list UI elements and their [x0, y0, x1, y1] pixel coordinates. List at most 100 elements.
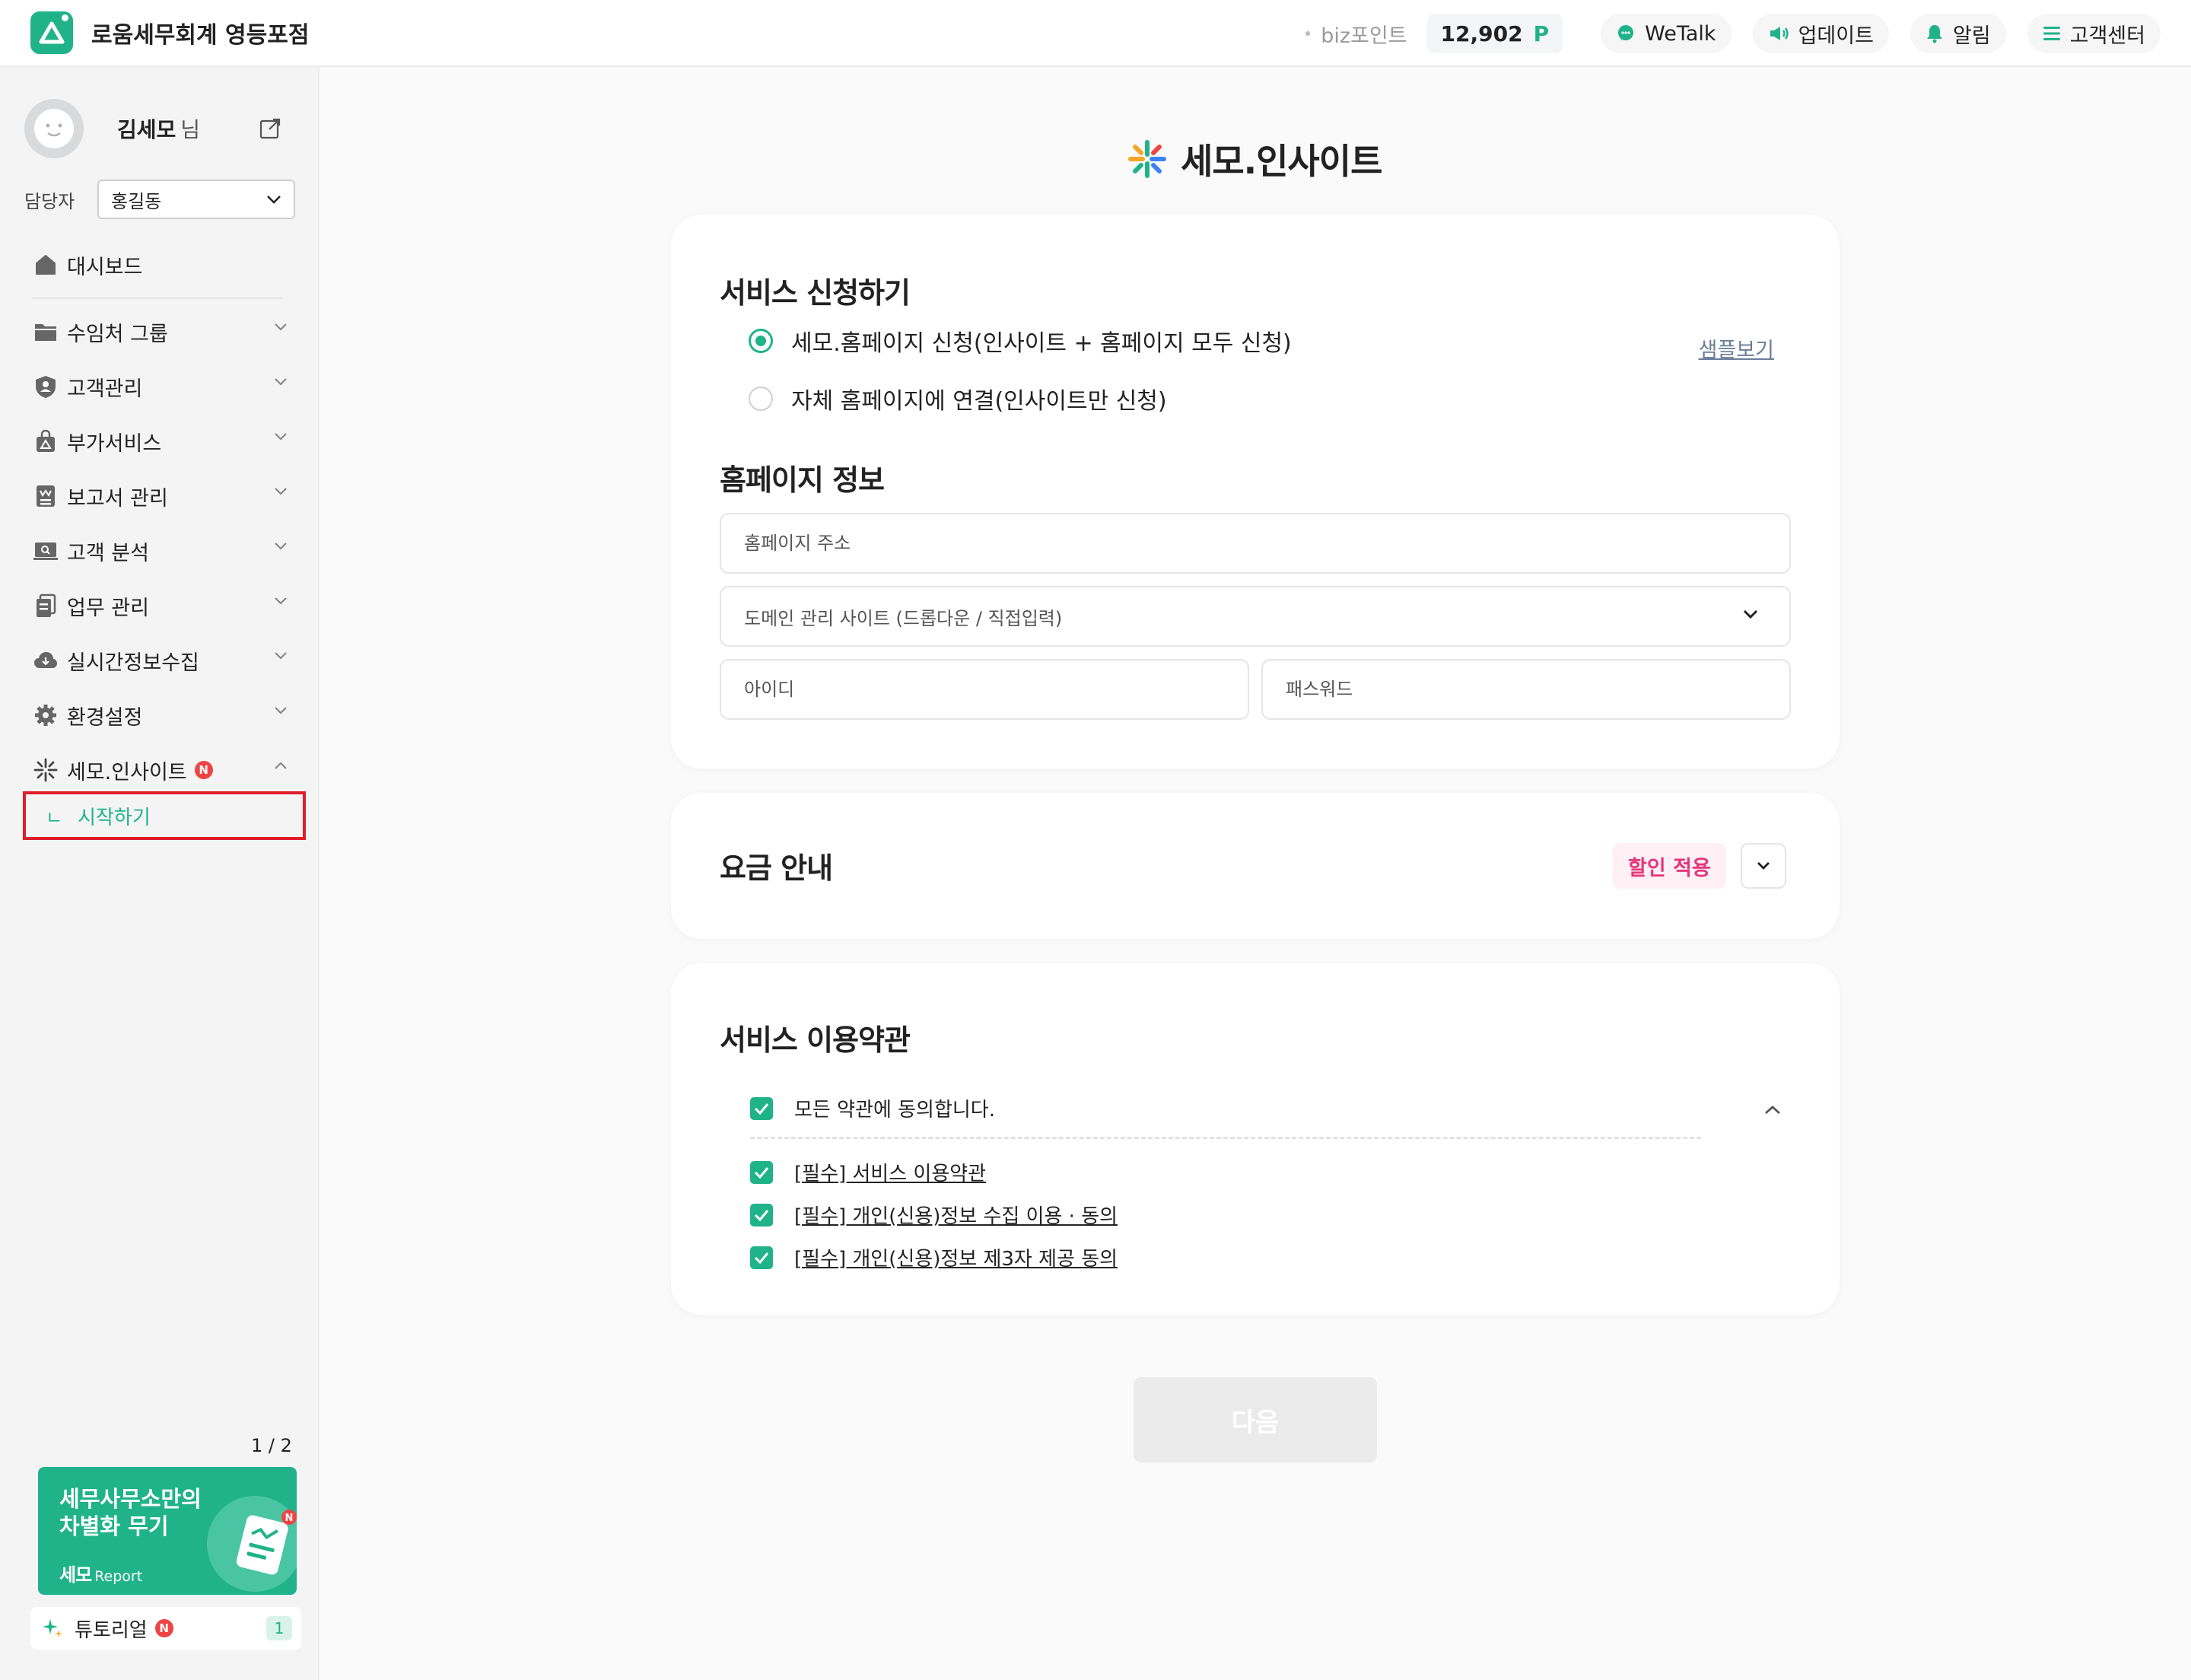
chevron-down-icon	[275, 542, 287, 550]
radio-selected-icon[interactable]	[749, 329, 773, 353]
tutorial-button[interactable]: 튜토리얼 N 1	[30, 1607, 301, 1650]
promo-brand-suffix: Report	[94, 1568, 143, 1585]
terms-item-label[interactable]: [필수] 서비스 이용약관	[794, 1158, 986, 1186]
homepage-address-input[interactable]	[744, 514, 1789, 572]
manager-label: 담당자	[24, 190, 75, 212]
sidebar-item-label: 실시간정보수집	[67, 651, 199, 675]
promo-line1: 세무사무소만의	[59, 1486, 202, 1512]
radio-unselected-icon[interactable]	[749, 387, 773, 411]
option-label: 세모.홈페이지 신청(인사이트 + 홈페이지 모두 신청)	[791, 330, 1292, 357]
sidebar-item-customer-analysis[interactable]: 고객 분석	[32, 533, 288, 569]
id-field[interactable]	[720, 659, 1249, 720]
terms-item-label[interactable]: [필수] 개인(신용)정보 수집 이용 · 동의	[794, 1201, 1118, 1229]
checkbox-checked-icon[interactable]	[750, 1203, 773, 1227]
chevron-down-icon	[275, 597, 287, 605]
next-button[interactable]: 다음	[1134, 1377, 1377, 1462]
sidebar-item-dashboard[interactable]: 대시보드	[32, 247, 288, 283]
chevron-down-icon	[275, 652, 287, 660]
update-button[interactable]: 업데이트	[1752, 14, 1889, 53]
checkbox-checked-icon[interactable]	[750, 1246, 773, 1269]
sidebar-item-label: 세모.인사이트	[67, 760, 187, 784]
new-badge: N	[154, 1619, 173, 1637]
sidebar-item-realtime-collection[interactable]: 실시간정보수집	[32, 642, 288, 679]
pricing-card: 요금 안내 할인 적용	[671, 793, 1840, 939]
external-link-icon[interactable]	[259, 117, 281, 140]
chat-bubble-icon	[1618, 25, 1634, 40]
sidebar-subitem-get-started[interactable]: ㄴ 시작하기	[23, 791, 306, 840]
pricing-title: 요금 안내	[720, 851, 833, 885]
notification-label: 알림	[1952, 24, 1991, 48]
sidebar-item-semo-insight[interactable]: 세모.인사이트 N	[32, 752, 288, 788]
promo-banner[interactable]: 세무사무소만의 차별화 무기 세모 Report N	[38, 1467, 297, 1595]
terms-item-personal-info-collect[interactable]: [필수] 개인(신용)정보 수집 이용 · 동의	[750, 1201, 1118, 1229]
terms-title: 서비스 이용약관	[720, 1023, 911, 1057]
biz-point-label: biz포인트	[1305, 19, 1407, 49]
document-icon	[32, 592, 59, 619]
service-apply-card: 서비스 신청하기 세모.홈페이지 신청(인사이트 + 홈페이지 모두 신청) 샘…	[671, 215, 1840, 768]
sidebar-item-label: 수임처 그룹	[67, 322, 168, 346]
promo-pager: 1 / 2	[251, 1435, 292, 1456]
agree-all-row[interactable]: 모든 약관에 동의합니다.	[750, 1094, 995, 1122]
id-input[interactable]	[744, 660, 1248, 718]
avatar[interactable]	[24, 99, 84, 158]
domain-site-placeholder: 도메인 관리 사이트 (드롭다운 / 직접입력)	[744, 607, 1063, 629]
sidebar-item-label: 부가서비스	[67, 431, 162, 456]
report-document-icon: N	[236, 1510, 297, 1575]
notification-button[interactable]: 알림	[1910, 14, 2006, 53]
manager-value: 홍길동	[111, 190, 162, 212]
chevron-up-icon[interactable]	[1763, 1105, 1782, 1115]
chevron-down-icon	[1757, 862, 1770, 870]
option-semo-homepage[interactable]: 세모.홈페이지 신청(인사이트 + 홈페이지 모두 신청)	[749, 324, 1292, 358]
service-apply-title: 서비스 신청하기	[720, 276, 911, 310]
terms-divider	[750, 1137, 1701, 1139]
brand[interactable]: 로움세무회계 영등포점	[30, 11, 309, 54]
checkbox-checked-icon[interactable]	[750, 1160, 773, 1184]
domain-site-select[interactable]: 도메인 관리 사이트 (드롭다운 / 직접입력)	[720, 586, 1791, 647]
sidebar-item-settings[interactable]: 환경설정	[32, 697, 288, 733]
new-badge: N	[194, 761, 213, 779]
terms-item-service[interactable]: [필수] 서비스 이용약관	[750, 1158, 986, 1186]
sidebar-item-client-group[interactable]: 수임처 그룹	[32, 313, 288, 350]
password-field[interactable]	[1261, 659, 1791, 720]
sidebar-item-report-management[interactable]: 보고서 관리	[32, 478, 288, 514]
chevron-down-icon	[267, 196, 281, 204]
promo-brand: 세모 Report	[59, 1560, 142, 1586]
user-name-text: 김세모	[117, 117, 176, 142]
promo-headline: 세무사무소만의 차별화 무기	[59, 1485, 202, 1540]
megaphone-icon	[1770, 27, 1789, 40]
gear-icon	[32, 702, 59, 729]
user-shield-icon	[32, 373, 59, 400]
checkbox-checked-icon[interactable]	[750, 1096, 773, 1120]
hamburger-menu-icon	[2043, 27, 2060, 40]
terms-item-third-party[interactable]: [필수] 개인(신용)정보 제3자 제공 동의	[750, 1243, 1118, 1271]
update-label: 업데이트	[1798, 24, 1874, 48]
folder-icon	[32, 318, 59, 345]
point-box[interactable]: 12,902 P	[1426, 14, 1563, 53]
homepage-address-field[interactable]	[720, 513, 1791, 574]
terms-card: 서비스 이용약관 모든 약관에 동의합니다. [필수] 서비스 이용약관 [필수…	[671, 963, 1840, 1315]
discount-badge: 할인 적용	[1613, 843, 1726, 889]
manager-select[interactable]: 홍길동	[97, 180, 295, 219]
tutorial-count: 1	[266, 1616, 292, 1640]
sample-view-link[interactable]: 샘플보기	[1699, 333, 1774, 363]
option-own-homepage[interactable]: 자체 홈페이지에 연결(인사이트만 신청)	[749, 382, 1167, 415]
customer-center-button[interactable]: 고객센터	[2027, 14, 2161, 53]
sidebar: 김세모 님 담당자 홍길동 대시보드 수임처 그룹 고객관리 부가서비스 보고서 …	[0, 67, 320, 1680]
report-icon	[32, 482, 59, 510]
sidebar-item-work-management[interactable]: 업무 관리	[32, 587, 288, 624]
sparkles-icon	[43, 1619, 62, 1637]
sidebar-item-label: 대시보드	[67, 255, 143, 279]
pricing-expand-button[interactable]	[1741, 843, 1786, 889]
customer-center-label: 고객센터	[2069, 24, 2145, 48]
wetalk-button[interactable]: WeTalk	[1601, 14, 1731, 53]
sidebar-item-additional-services[interactable]: 부가서비스	[32, 423, 288, 460]
terms-item-label[interactable]: [필수] 개인(신용)정보 제3자 제공 동의	[794, 1243, 1118, 1271]
sparkle-logo-icon	[1128, 140, 1166, 178]
bell-icon	[1926, 25, 1942, 43]
sidebar-subitem-label: 시작하기	[78, 806, 151, 829]
password-input[interactable]	[1286, 660, 1789, 718]
sidebar-item-customer-management[interactable]: 고객관리	[32, 368, 288, 405]
brand-logo-icon	[30, 11, 73, 54]
sidebar-item-label: 고객 분석	[67, 541, 149, 565]
chevron-up-icon	[275, 762, 287, 769]
